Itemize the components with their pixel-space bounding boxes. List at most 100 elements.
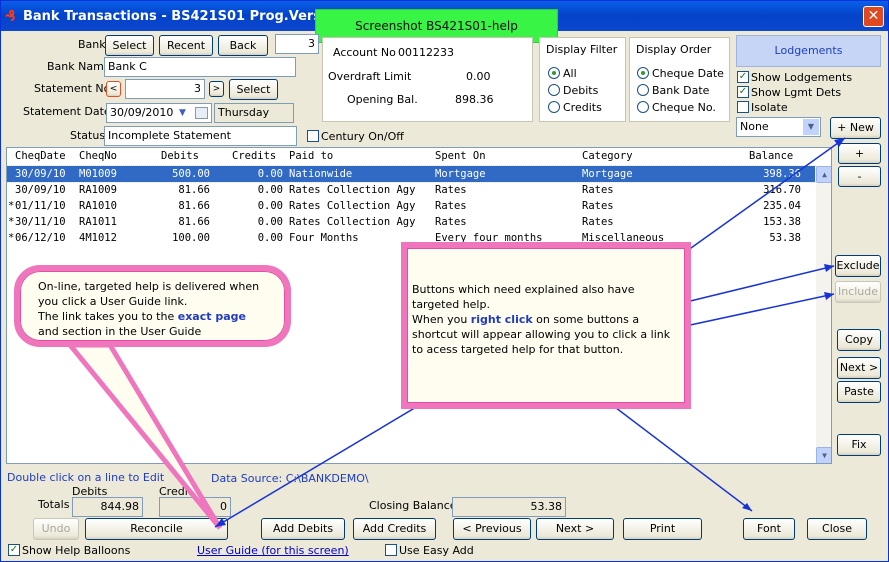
font-button[interactable]: Font xyxy=(743,518,795,540)
bank-back-button[interactable]: Back xyxy=(218,35,268,56)
cell-spent: Rates xyxy=(435,184,467,196)
undo-button[interactable]: Undo xyxy=(33,518,79,540)
next-record-button[interactable]: Next > xyxy=(837,357,881,379)
add-debits-button[interactable]: Add Debits xyxy=(261,518,345,540)
right-help-bubble: Buttons which need explained also have t… xyxy=(401,242,691,409)
display-order-title: Display Order xyxy=(636,43,712,56)
overdraft-label: Overdraft Limit xyxy=(328,70,412,83)
use-easy-add-checkbox[interactable] xyxy=(385,544,397,556)
col-cheqno[interactable]: CheqNo xyxy=(79,150,117,162)
table-row[interactable]: 30/09/10 RA1009 81.66 0.00 Rates Collection … xyxy=(7,182,815,198)
filter-credits-label: Credits xyxy=(563,101,602,114)
cell-mark: * xyxy=(8,200,15,212)
show-lgmt-dets-checkbox[interactable]: ✓ xyxy=(737,86,749,98)
show-help-balloons-checkbox[interactable]: ✓ xyxy=(8,544,20,556)
next-button[interactable]: Next > xyxy=(536,518,614,540)
include-button[interactable]: Include xyxy=(835,281,881,303)
statement-next-button[interactable]: > xyxy=(209,81,224,97)
statement-date-value: 30/09/2010 xyxy=(110,106,174,119)
bank-name-field[interactable]: Bank C xyxy=(104,57,296,77)
overdraft-value: 0.00 xyxy=(466,70,491,83)
statement-prev-button[interactable]: < xyxy=(106,81,121,97)
scroll-down-icon[interactable]: ▼ xyxy=(816,447,831,463)
credits-total-field: 0 xyxy=(159,497,231,517)
bank-select-button[interactable]: Select xyxy=(105,35,154,56)
copy-button[interactable]: Copy xyxy=(837,329,881,351)
show-lodgements-checkbox[interactable]: ✓ xyxy=(737,71,749,83)
chevron-down-icon[interactable]: ▼ xyxy=(803,119,819,135)
order-cheque-date-radio[interactable] xyxy=(637,67,649,79)
plus-button[interactable]: + xyxy=(838,143,881,164)
close-button[interactable]: Close xyxy=(807,518,867,540)
table-row[interactable]: * 01/11/10 RA1010 81.66 0.00 Rates Collection… xyxy=(7,198,815,214)
col-cheqdate[interactable]: CheqDate xyxy=(15,150,66,162)
new-button[interactable]: + New xyxy=(830,117,881,139)
statement-select-button[interactable]: Select xyxy=(229,79,278,100)
show-help-balloons-label: Show Help Balloons xyxy=(22,544,131,557)
isolate-checkbox[interactable] xyxy=(737,101,749,113)
col-category[interactable]: Category xyxy=(582,150,633,162)
statement-date-field[interactable]: 30/09/2010 ▼ xyxy=(106,103,212,123)
bank-recent-button[interactable]: Recent xyxy=(159,35,213,56)
debits-total-field: 844.98 xyxy=(72,497,143,517)
add-credits-button[interactable]: Add Credits xyxy=(353,518,436,540)
order-cheque-date-label: Cheque Date xyxy=(652,67,724,80)
cell-date: 06/12/10 xyxy=(15,232,66,244)
cell-date: 30/09/10 xyxy=(15,168,66,180)
status-field[interactable]: Incomplete Statement xyxy=(104,126,297,146)
window-close-button[interactable]: ✕ xyxy=(863,6,884,27)
totals-label: Totals xyxy=(38,498,70,511)
cell-no: RA1010 xyxy=(79,200,117,212)
opening-balance-value: 898.36 xyxy=(455,93,494,106)
paste-button[interactable]: Paste xyxy=(837,381,881,403)
minus-button[interactable]: - xyxy=(838,166,881,187)
col-spent-on[interactable]: Spent On xyxy=(435,150,486,162)
col-debits[interactable]: Debits xyxy=(161,150,199,162)
filter-debits-radio[interactable] xyxy=(548,84,560,96)
order-bank-date-radio[interactable] xyxy=(637,84,649,96)
col-balance[interactable]: Balance xyxy=(749,150,793,162)
cell-paid: Rates Collection Agy xyxy=(289,216,416,228)
cell-debits: 500.00 xyxy=(172,168,210,180)
cell-credits: 0.00 xyxy=(257,216,283,228)
table-row[interactable]: * 30/11/10 RA1011 81.66 0.00 Rates Collection… xyxy=(7,214,815,230)
filter-credits-radio[interactable] xyxy=(548,101,560,113)
scroll-up-icon[interactable]: ▲ xyxy=(816,166,831,183)
print-button[interactable]: Print xyxy=(623,518,702,540)
cell-spent: Rates xyxy=(435,200,467,212)
col-credits[interactable]: Credits xyxy=(232,150,276,162)
cell-mark: * xyxy=(8,216,15,228)
fix-button[interactable]: Fix xyxy=(837,434,881,456)
order-cheque-no-radio[interactable] xyxy=(637,101,649,113)
statement-no-label: Statement No xyxy=(34,82,111,95)
isolate-label: Isolate xyxy=(751,101,788,114)
filter-all-radio[interactable] xyxy=(548,67,560,79)
reconcile-button[interactable]: Reconcile xyxy=(85,518,228,540)
cell-date: 30/09/10 xyxy=(15,184,66,196)
century-checkbox[interactable] xyxy=(307,130,319,142)
century-label: Century On/Off xyxy=(321,130,404,143)
calendar-icon[interactable] xyxy=(195,107,208,119)
right-help-line1: Buttons which need explained also have t… xyxy=(412,283,635,311)
lodgements-header: Lodgements xyxy=(736,35,881,67)
use-easy-add-label: Use Easy Add xyxy=(399,544,474,557)
cell-paid: Nationwide xyxy=(289,168,353,180)
user-guide-link[interactable]: User Guide (for this screen) xyxy=(197,544,349,557)
grid-scrollbar[interactable]: ▲ ▼ xyxy=(816,166,831,463)
chevron-down-icon[interactable]: ▼ xyxy=(179,104,186,122)
cell-debits: 100.00 xyxy=(172,232,210,244)
statement-no-field[interactable]: 3 xyxy=(125,79,205,99)
col-paid-to[interactable]: Paid to xyxy=(289,150,333,162)
show-lodgements-label: Show Lodgements xyxy=(751,71,853,84)
cell-cat: Rates xyxy=(582,216,614,228)
previous-button[interactable]: < Previous xyxy=(453,518,531,540)
table-row[interactable]: 30/09/10 M01009 500.00 0.00 Nationwide Mortga… xyxy=(7,165,816,183)
cell-bal: 235.04 xyxy=(763,200,801,212)
cell-spent: Rates xyxy=(435,216,467,228)
display-filter-panel: Display Filter All Debits Credits xyxy=(539,37,626,122)
bank-number-field[interactable]: 3 xyxy=(275,34,319,54)
lodgement-select[interactable]: None ▼ xyxy=(736,117,821,137)
left-help-line2: The link takes you to the xyxy=(38,310,178,323)
cell-debits: 81.66 xyxy=(178,216,210,228)
exclude-button[interactable]: Exclude xyxy=(835,255,881,277)
